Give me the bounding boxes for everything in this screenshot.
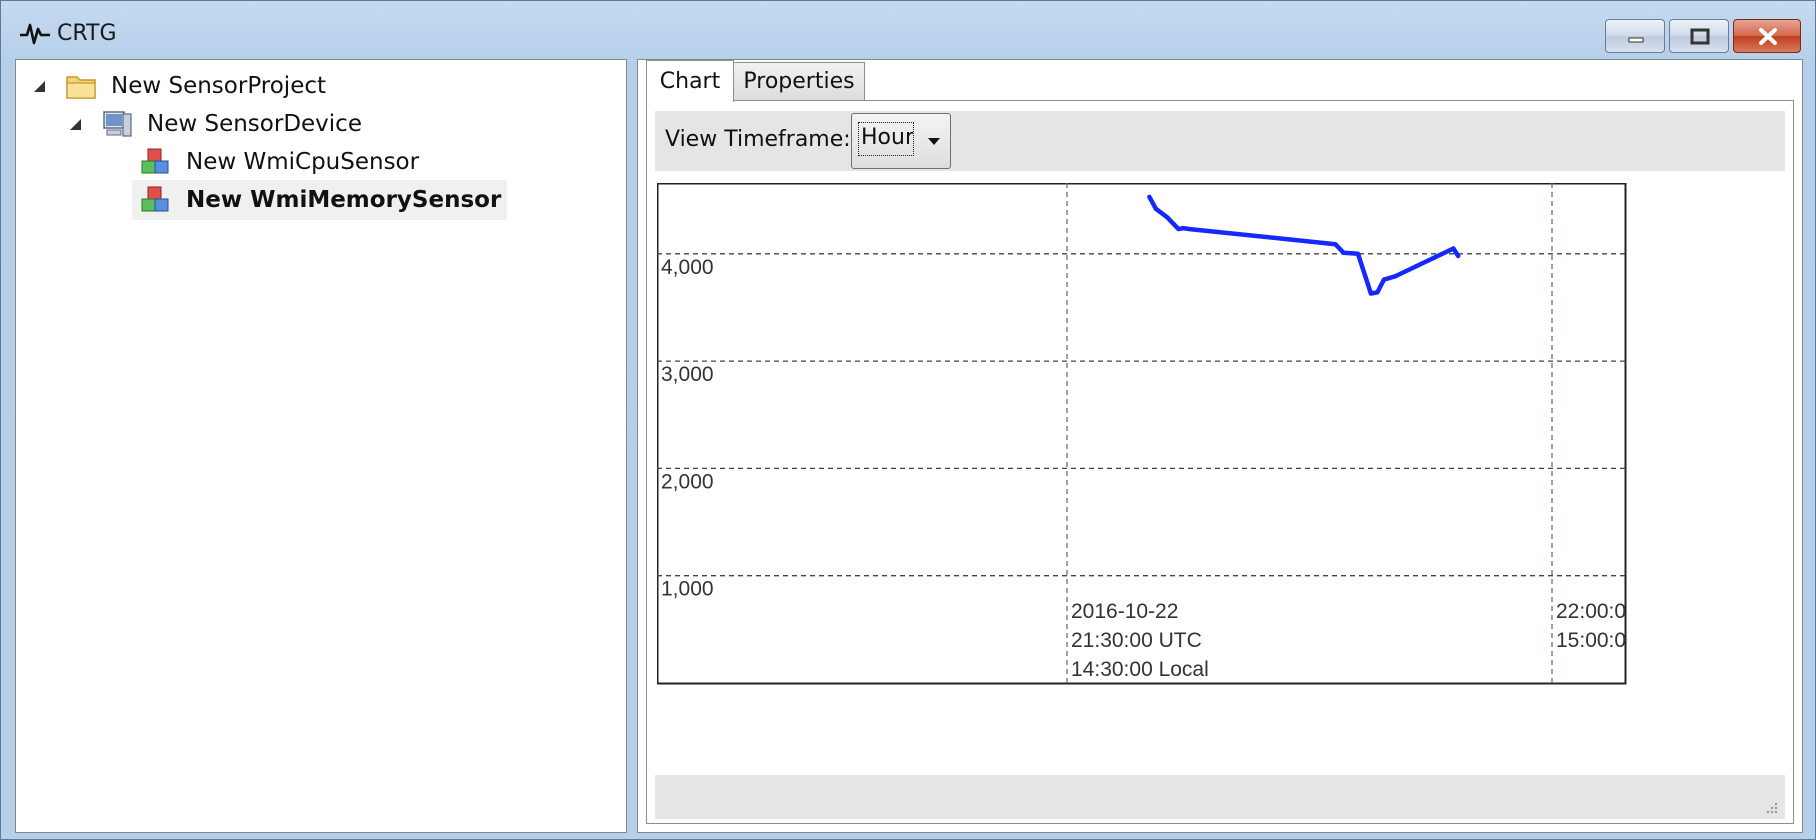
tree-item-label: New WmiCpuSensor (186, 149, 420, 175)
minimize-button[interactable] (1605, 19, 1665, 53)
close-button[interactable] (1733, 19, 1801, 53)
y-tick-label: 4,000 (661, 256, 714, 279)
expand-arrow-icon[interactable] (34, 80, 45, 92)
sensor-tree: New SensorProject New SensorDevice New W… (15, 59, 627, 833)
sensor-cubes-icon (141, 148, 169, 174)
x-tick-label: 2016-10-22 (1071, 600, 1178, 623)
y-tick-label: 2,000 (661, 470, 714, 493)
expand-arrow-icon[interactable] (70, 118, 81, 130)
tab-properties[interactable]: Properties (733, 62, 865, 100)
restore-icon (1690, 28, 1710, 45)
chart-tab-content: View Timeframe: Hour 1,000 2,000 3,000 4,00… (646, 100, 1794, 824)
x-tick-label: 15:00:0 (1556, 629, 1626, 652)
chevron-down-icon (928, 138, 940, 145)
pulse-icon (20, 23, 50, 45)
tree-item-cpu-sensor[interactable]: New WmiCpuSensor (140, 142, 419, 182)
folder-icon (66, 76, 96, 99)
detail-pane: Chart Properties View Timeframe: Hour 1,… (637, 59, 1803, 833)
close-icon (1759, 28, 1777, 45)
computer-icon (103, 111, 132, 137)
line-chart: 1,000 2,000 3,000 4,000 2016-10-22 21:30:00 U… (656, 182, 1627, 685)
chart-toolbar: View Timeframe: Hour (655, 111, 1785, 171)
x-tick-label: 22:00:0 (1556, 600, 1626, 623)
minimize-icon (1628, 37, 1644, 43)
tree-item-memory-sensor[interactable]: New WmiMemorySensor (132, 180, 508, 220)
x-tick-label: 14:30:00 Local (1071, 658, 1209, 681)
timeframe-label: View Timeframe: (665, 127, 851, 152)
app-window: CRTG New SensorProject New SensorDevice … (0, 0, 1816, 840)
y-tick-label: 1,000 (661, 578, 714, 601)
x-tick-label: 21:30:00 UTC (1071, 629, 1202, 652)
y-tick-label: 3,000 (661, 363, 714, 386)
maximize-button[interactable] (1669, 19, 1729, 53)
resize-grip-icon[interactable] (1765, 801, 1779, 815)
window-title: CRTG (57, 21, 117, 46)
sensor-cubes-icon (141, 186, 169, 212)
title-bar[interactable]: CRTG (1, 1, 1815, 59)
timeframe-value: Hour (858, 122, 914, 156)
tab-chart[interactable]: Chart (646, 60, 734, 102)
tree-item-label: New SensorDevice (147, 111, 362, 137)
status-strip (655, 775, 1785, 819)
timeframe-dropdown[interactable]: Hour (851, 113, 951, 169)
tree-item-project[interactable]: New SensorProject (34, 66, 326, 106)
tree-item-label: New SensorProject (111, 73, 327, 99)
tree-item-label: New WmiMemorySensor (186, 187, 502, 213)
tree-item-device[interactable]: New SensorDevice (70, 104, 362, 144)
chart-area: 1,000 2,000 3,000 4,000 2016-10-22 21:30:00 U… (656, 182, 1785, 765)
